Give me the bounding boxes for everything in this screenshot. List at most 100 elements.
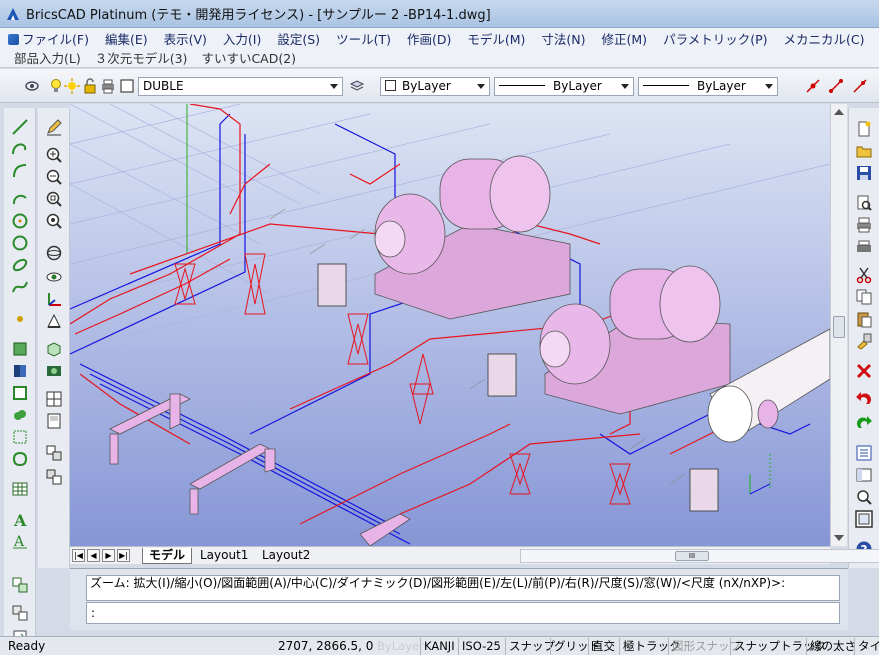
- last-tab-icon[interactable]: ▶|: [117, 549, 130, 562]
- line-snap-icon[interactable]: [852, 78, 868, 94]
- drawing-viewport[interactable]: [70, 104, 830, 546]
- plot-icon[interactable]: [855, 238, 873, 256]
- status-kanji[interactable]: KANJI: [420, 638, 458, 655]
- tool-palettes-icon[interactable]: [855, 510, 873, 528]
- orbit-icon[interactable]: [45, 244, 63, 262]
- shade-tool-icon[interactable]: [11, 362, 29, 380]
- cloud-tool-icon[interactable]: [11, 406, 29, 424]
- render-icon[interactable]: [45, 362, 63, 380]
- redraw-icon[interactable]: [45, 468, 63, 486]
- scroll-down-icon[interactable]: [834, 535, 844, 541]
- block-insert-icon[interactable]: [11, 576, 29, 594]
- redo-icon[interactable]: [855, 414, 873, 432]
- zoom-in-icon[interactable]: [45, 146, 63, 164]
- menu-tools[interactable]: ツール(T): [336, 29, 391, 48]
- print-icon[interactable]: [855, 216, 873, 234]
- open-file-icon[interactable]: [855, 142, 873, 160]
- table-tool-icon[interactable]: [11, 480, 29, 498]
- viewports-icon[interactable]: [45, 390, 63, 408]
- delete-icon[interactable]: [855, 362, 873, 380]
- menu-parametric[interactable]: パラメトリック(P): [663, 29, 767, 48]
- menu-model[interactable]: モデル(M): [467, 29, 525, 48]
- save-icon[interactable]: [855, 164, 873, 182]
- undo-icon[interactable]: [855, 390, 873, 408]
- lightbulb-icon[interactable]: [48, 78, 64, 94]
- region-tool-icon[interactable]: [11, 340, 29, 358]
- status-bylayer[interactable]: ByLayer: [374, 638, 427, 655]
- status-lineweight[interactable]: 線の太さ: [806, 638, 859, 655]
- polyline-tool-icon[interactable]: [11, 140, 29, 158]
- printer-icon[interactable]: [100, 78, 116, 94]
- point-snap-icon[interactable]: [805, 78, 821, 94]
- menu-parts-input[interactable]: 部品入力(L): [14, 48, 81, 67]
- menu-view[interactable]: 表示(V): [164, 29, 207, 48]
- horizontal-scroll-thumb[interactable]: III: [675, 551, 709, 561]
- copy-icon[interactable]: [855, 288, 873, 306]
- menu-3d-model[interactable]: ３次元モデル(3): [95, 48, 188, 67]
- properties-panel-icon[interactable]: [855, 444, 873, 462]
- tab-model[interactable]: モデル: [142, 548, 193, 564]
- hatch-tool-icon[interactable]: [11, 428, 29, 446]
- named-views-icon[interactable]: [45, 312, 63, 330]
- line-tool-icon[interactable]: [11, 118, 29, 136]
- ellipse-tool-icon[interactable]: [11, 256, 29, 274]
- single-viewport-icon[interactable]: [45, 412, 63, 430]
- menu-settings[interactable]: 設定(S): [277, 29, 320, 48]
- zoom-extents-icon[interactable]: [45, 212, 63, 230]
- block-make-icon[interactable]: [11, 604, 29, 622]
- linetype-dropdown[interactable]: ByLayer: [494, 77, 634, 96]
- paste-icon[interactable]: [855, 310, 873, 328]
- tab-layout2[interactable]: Layout2: [256, 548, 316, 564]
- match-properties-icon[interactable]: [855, 332, 873, 350]
- status-ortho[interactable]: 直交: [588, 638, 618, 655]
- layer-states-icon[interactable]: [349, 78, 365, 94]
- layer-dropdown[interactable]: DUBLE: [138, 77, 343, 96]
- status-tile[interactable]: タイル: [854, 638, 879, 655]
- revcloud-tool-icon[interactable]: [11, 450, 29, 468]
- mtext-tool-icon[interactable]: A: [11, 532, 29, 550]
- text-tool-icon[interactable]: A: [11, 510, 29, 528]
- cut-icon[interactable]: [855, 266, 873, 284]
- zoom-window-icon[interactable]: [45, 190, 63, 208]
- sun-icon[interactable]: [64, 78, 80, 94]
- next-tab-icon[interactable]: ▶: [102, 549, 115, 562]
- layer-manager-icon[interactable]: [24, 78, 40, 94]
- regen-icon[interactable]: [45, 444, 63, 462]
- scroll-up-icon[interactable]: [834, 109, 844, 115]
- menu-suisui-cad[interactable]: すいすいCAD(2): [201, 48, 296, 67]
- circle-tool-icon[interactable]: [11, 234, 29, 252]
- color-dropdown[interactable]: ByLayer: [380, 77, 490, 96]
- print-preview-icon[interactable]: [855, 194, 873, 212]
- command-input[interactable]: :: [86, 602, 840, 624]
- menu-insert[interactable]: 入力(I): [223, 29, 261, 48]
- 3d-view-icon[interactable]: [45, 340, 63, 358]
- prev-tab-icon[interactable]: ◀: [87, 549, 100, 562]
- tab-layout1[interactable]: Layout1: [194, 548, 254, 564]
- point-tool-icon[interactable]: [11, 310, 29, 328]
- design-center-icon[interactable]: [855, 466, 873, 484]
- menu-draw[interactable]: 作画(D): [407, 29, 451, 48]
- arc-3point-icon[interactable]: [11, 190, 29, 208]
- menu-dimension[interactable]: 寸法(N): [541, 29, 585, 48]
- first-tab-icon[interactable]: |◀: [72, 549, 85, 562]
- status-dimstyle[interactable]: ISO-25: [458, 638, 504, 655]
- line-endpoints-icon[interactable]: [828, 78, 844, 94]
- horizontal-scrollbar[interactable]: III: [520, 549, 879, 563]
- menu-mechanical[interactable]: メカニカル(C): [783, 29, 864, 48]
- ucs-icon[interactable]: [45, 290, 63, 308]
- lineweight-dropdown[interactable]: ByLayer: [638, 77, 778, 96]
- arc-tool-icon[interactable]: [11, 162, 29, 180]
- color-square-icon[interactable]: [120, 79, 136, 95]
- edit-pencil-icon[interactable]: [45, 118, 63, 136]
- lock-icon[interactable]: [82, 78, 98, 94]
- new-file-icon[interactable]: [855, 120, 873, 138]
- vertical-scrollbar[interactable]: [830, 104, 847, 546]
- circle-center-icon[interactable]: [11, 212, 29, 230]
- menu-edit[interactable]: 編集(E): [105, 29, 148, 48]
- menu-file[interactable]: ファイル(F): [8, 29, 89, 48]
- spline-tool-icon[interactable]: [11, 278, 29, 296]
- view-eye-icon[interactable]: [45, 268, 63, 286]
- boundary-tool-icon[interactable]: [11, 384, 29, 402]
- menu-modify[interactable]: 修正(M): [602, 29, 648, 48]
- vertical-scroll-thumb[interactable]: [833, 316, 845, 338]
